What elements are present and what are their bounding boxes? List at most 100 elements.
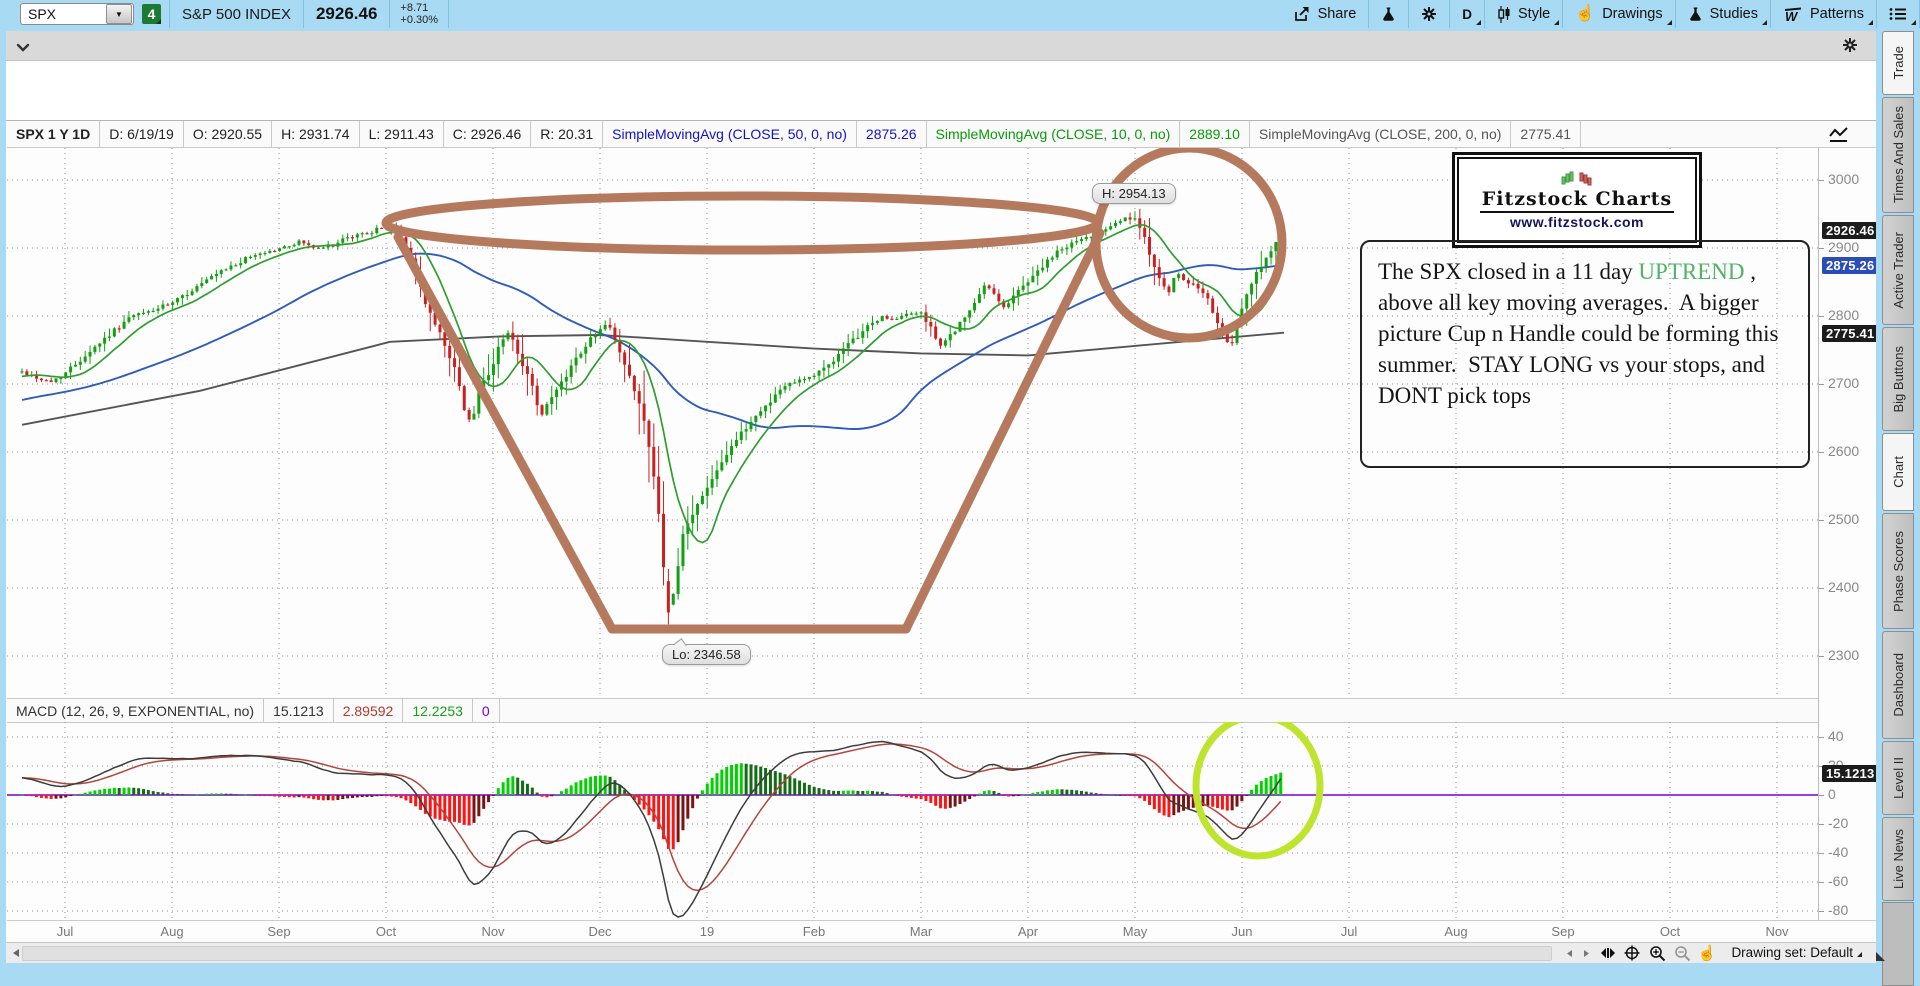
month-label-May: May <box>1111 924 1159 939</box>
zoom-out-icon[interactable] <box>1672 944 1692 962</box>
price-badge-2875.26: 2875.26 <box>1822 257 1878 274</box>
note-text: The SPX closed in a 11 day <box>1378 259 1638 284</box>
panel-settings-gear-icon[interactable] <box>1842 37 1858 58</box>
sidebar-tab-level-ii[interactable]: Level II <box>1882 741 1914 815</box>
sidebar-tab-chart[interactable]: Chart <box>1882 433 1914 511</box>
axis-settings-icon[interactable] <box>1828 126 1850 149</box>
axis-tick-label: -60 <box>1828 873 1848 889</box>
high-price-drawing-label[interactable]: H: 2954.13 <box>1092 183 1176 204</box>
sidebar-tab-trade[interactable]: Trade <box>1882 31 1914 95</box>
sidebar-tab-label: Active Trader <box>1891 232 1906 309</box>
sidebar-tab-label: Dashboard <box>1891 653 1906 717</box>
dropdown-corner-icon <box>1868 20 1873 25</box>
pan-right-icon[interactable] <box>1576 944 1596 962</box>
time-axis[interactable]: JulAugSepOctNovDec19FebMarAprMayJunJulAu… <box>7 920 1876 943</box>
crosshair-icon[interactable] <box>1622 944 1642 962</box>
dropdown-corner-icon <box>1911 20 1916 25</box>
style-button[interactable]: Style <box>1485 0 1562 28</box>
month-label-Sep: Sep <box>1539 924 1587 939</box>
axis-tick-mark <box>1819 656 1824 657</box>
sidebar-tab-live-news[interactable]: Live News <box>1882 817 1914 901</box>
zoom-in-icon[interactable] <box>1647 944 1667 962</box>
logo-url: www.fitzstock.com <box>1510 214 1644 230</box>
interval-button[interactable]: D <box>1450 0 1484 28</box>
price-badge-2926.46: 2926.46 <box>1822 222 1878 239</box>
gear-button[interactable] <box>1409 0 1449 28</box>
axis-tick-label: 3000 <box>1828 171 1859 187</box>
low-price-drawing-label[interactable]: Lo: 2346.58 <box>662 644 751 665</box>
style-label: Style <box>1518 6 1550 22</box>
drawings-button[interactable]: ☝Drawings <box>1563 0 1674 28</box>
month-label-Mar: Mar <box>897 924 945 939</box>
sidebar-tab-phase-scores[interactable]: Phase Scores <box>1882 513 1914 629</box>
patterns-button[interactable]: WPatterns <box>1771 0 1876 28</box>
dropdown-corner-icon <box>1762 20 1767 25</box>
symbol-input[interactable]: SPX <box>21 6 105 22</box>
share-button[interactable]: Share <box>1281 0 1369 28</box>
month-label-Jul: Jul <box>41 924 89 939</box>
drawing-set-corner-icon <box>1857 952 1862 957</box>
axis-tick-mark <box>1819 520 1824 521</box>
sidebar-tab-label: Level II <box>1891 757 1906 799</box>
sidebar-tab-big-buttons[interactable]: Big Buttons <box>1882 327 1914 431</box>
flask-icon <box>1381 6 1396 22</box>
bar-close: C: 2926.46 <box>444 121 532 147</box>
sidebar-tab-dashboard[interactable]: Dashboard <box>1882 631 1914 739</box>
sidebar-tab-label: Chart <box>1891 456 1906 488</box>
list-button[interactable] <box>1877 0 1919 28</box>
note-uptrend-text: UPTREND <box>1638 259 1744 284</box>
axis-tick-mark <box>1819 180 1824 181</box>
flask-button[interactable] <box>1369 0 1408 28</box>
cup-left-line[interactable] <box>398 237 612 629</box>
sidebar-tab-times-and-sales[interactable]: Times And Sales <box>1882 97 1914 213</box>
sidebar-tab-label: Live News <box>1891 829 1906 889</box>
sidebar-tab-label: Big Buttons <box>1891 346 1906 413</box>
bar-high: H: 2931.74 <box>272 121 360 147</box>
collapse-chevron-icon[interactable] <box>16 40 30 58</box>
macd-chart-canvas[interactable] <box>7 722 1818 920</box>
axis-tick-mark <box>1819 248 1824 249</box>
macd-highlight-circle[interactable] <box>1196 722 1320 856</box>
macd-study-label[interactable]: MACD (12, 26, 9, EXPONENTIAL, no) <box>7 699 264 722</box>
dropdown-corner-icon <box>1476 20 1481 25</box>
axis-tick-label: 2600 <box>1828 443 1859 459</box>
linked-group-badge[interactable]: 4 <box>142 4 161 24</box>
last-price: 2926.46 <box>304 4 389 24</box>
axis-tick-mark <box>1819 737 1824 738</box>
month-label-19: 19 <box>683 924 731 939</box>
axis-tick-label: 40 <box>1828 728 1844 744</box>
sma10-study-label[interactable]: SimpleMovingAvg (CLOSE, 10, 0, no) <box>927 121 1181 147</box>
price-axis[interactable]: 3000290028002700260025002400230040200-20… <box>1818 148 1877 920</box>
axis-tick-mark <box>1819 824 1824 825</box>
sma200-study-label[interactable]: SimpleMovingAvg (CLOSE, 200, 0, no) <box>1250 121 1512 147</box>
bar-low: L: 2911.43 <box>360 121 444 147</box>
sidebar-filler <box>1882 902 1914 986</box>
handle-circle[interactable] <box>1096 148 1282 338</box>
macd-signal-value: 2.89592 <box>334 699 404 722</box>
symbol-area: SPX ▼ 4 S&P 500 INDEX 2926.46 +8.71 +0.3… <box>0 0 449 28</box>
studies-button[interactable]: Studies <box>1676 0 1770 28</box>
macd-zero-value: 0 <box>473 699 500 722</box>
price-change: +8.71 +0.30% <box>390 2 448 26</box>
ohlc-header: SPX 1 Y 1D D: 6/19/19 O: 2920.55 H: 2931… <box>7 121 1876 148</box>
symbol-combobox[interactable]: SPX ▼ <box>20 3 134 25</box>
month-label-Sep: Sep <box>255 924 303 939</box>
share-icon <box>1293 6 1311 22</box>
macd-value-badge: 15.1213 <box>1822 765 1878 782</box>
chart-scrollbar[interactable] <box>22 946 1552 961</box>
quick-order-bar: Qty: +10 + − ✓ auto send Buy the Ask Sel… <box>6 61 1876 120</box>
symbol-dropdown-button[interactable]: ▼ <box>106 4 132 24</box>
patterns-label: Patterns <box>1810 6 1864 22</box>
cup-right-line[interactable] <box>906 233 1100 629</box>
sma50-study-label[interactable]: SimpleMovingAvg (CLOSE, 50, 0, no) <box>603 121 857 147</box>
axis-tick-label: -40 <box>1828 844 1848 860</box>
axis-tick-label: 0 <box>1828 786 1836 802</box>
analyst-note[interactable]: The SPX closed in a 11 day UPTREND , abo… <box>1360 240 1810 468</box>
hand-tool-icon[interactable]: ☝ <box>1697 944 1717 962</box>
drawing-set-selector[interactable]: Drawing set: Default <box>1731 945 1862 960</box>
top-toolbar: SPX ▼ 4 S&P 500 INDEX 2926.46 +8.71 +0.3… <box>0 0 1920 28</box>
axis-expand-icon[interactable] <box>1598 944 1618 962</box>
resize-grip-icon[interactable] <box>1876 952 1885 961</box>
drawings-label: Drawings <box>1602 6 1662 22</box>
sidebar-tab-active-trader[interactable]: Active Trader <box>1882 215 1914 325</box>
